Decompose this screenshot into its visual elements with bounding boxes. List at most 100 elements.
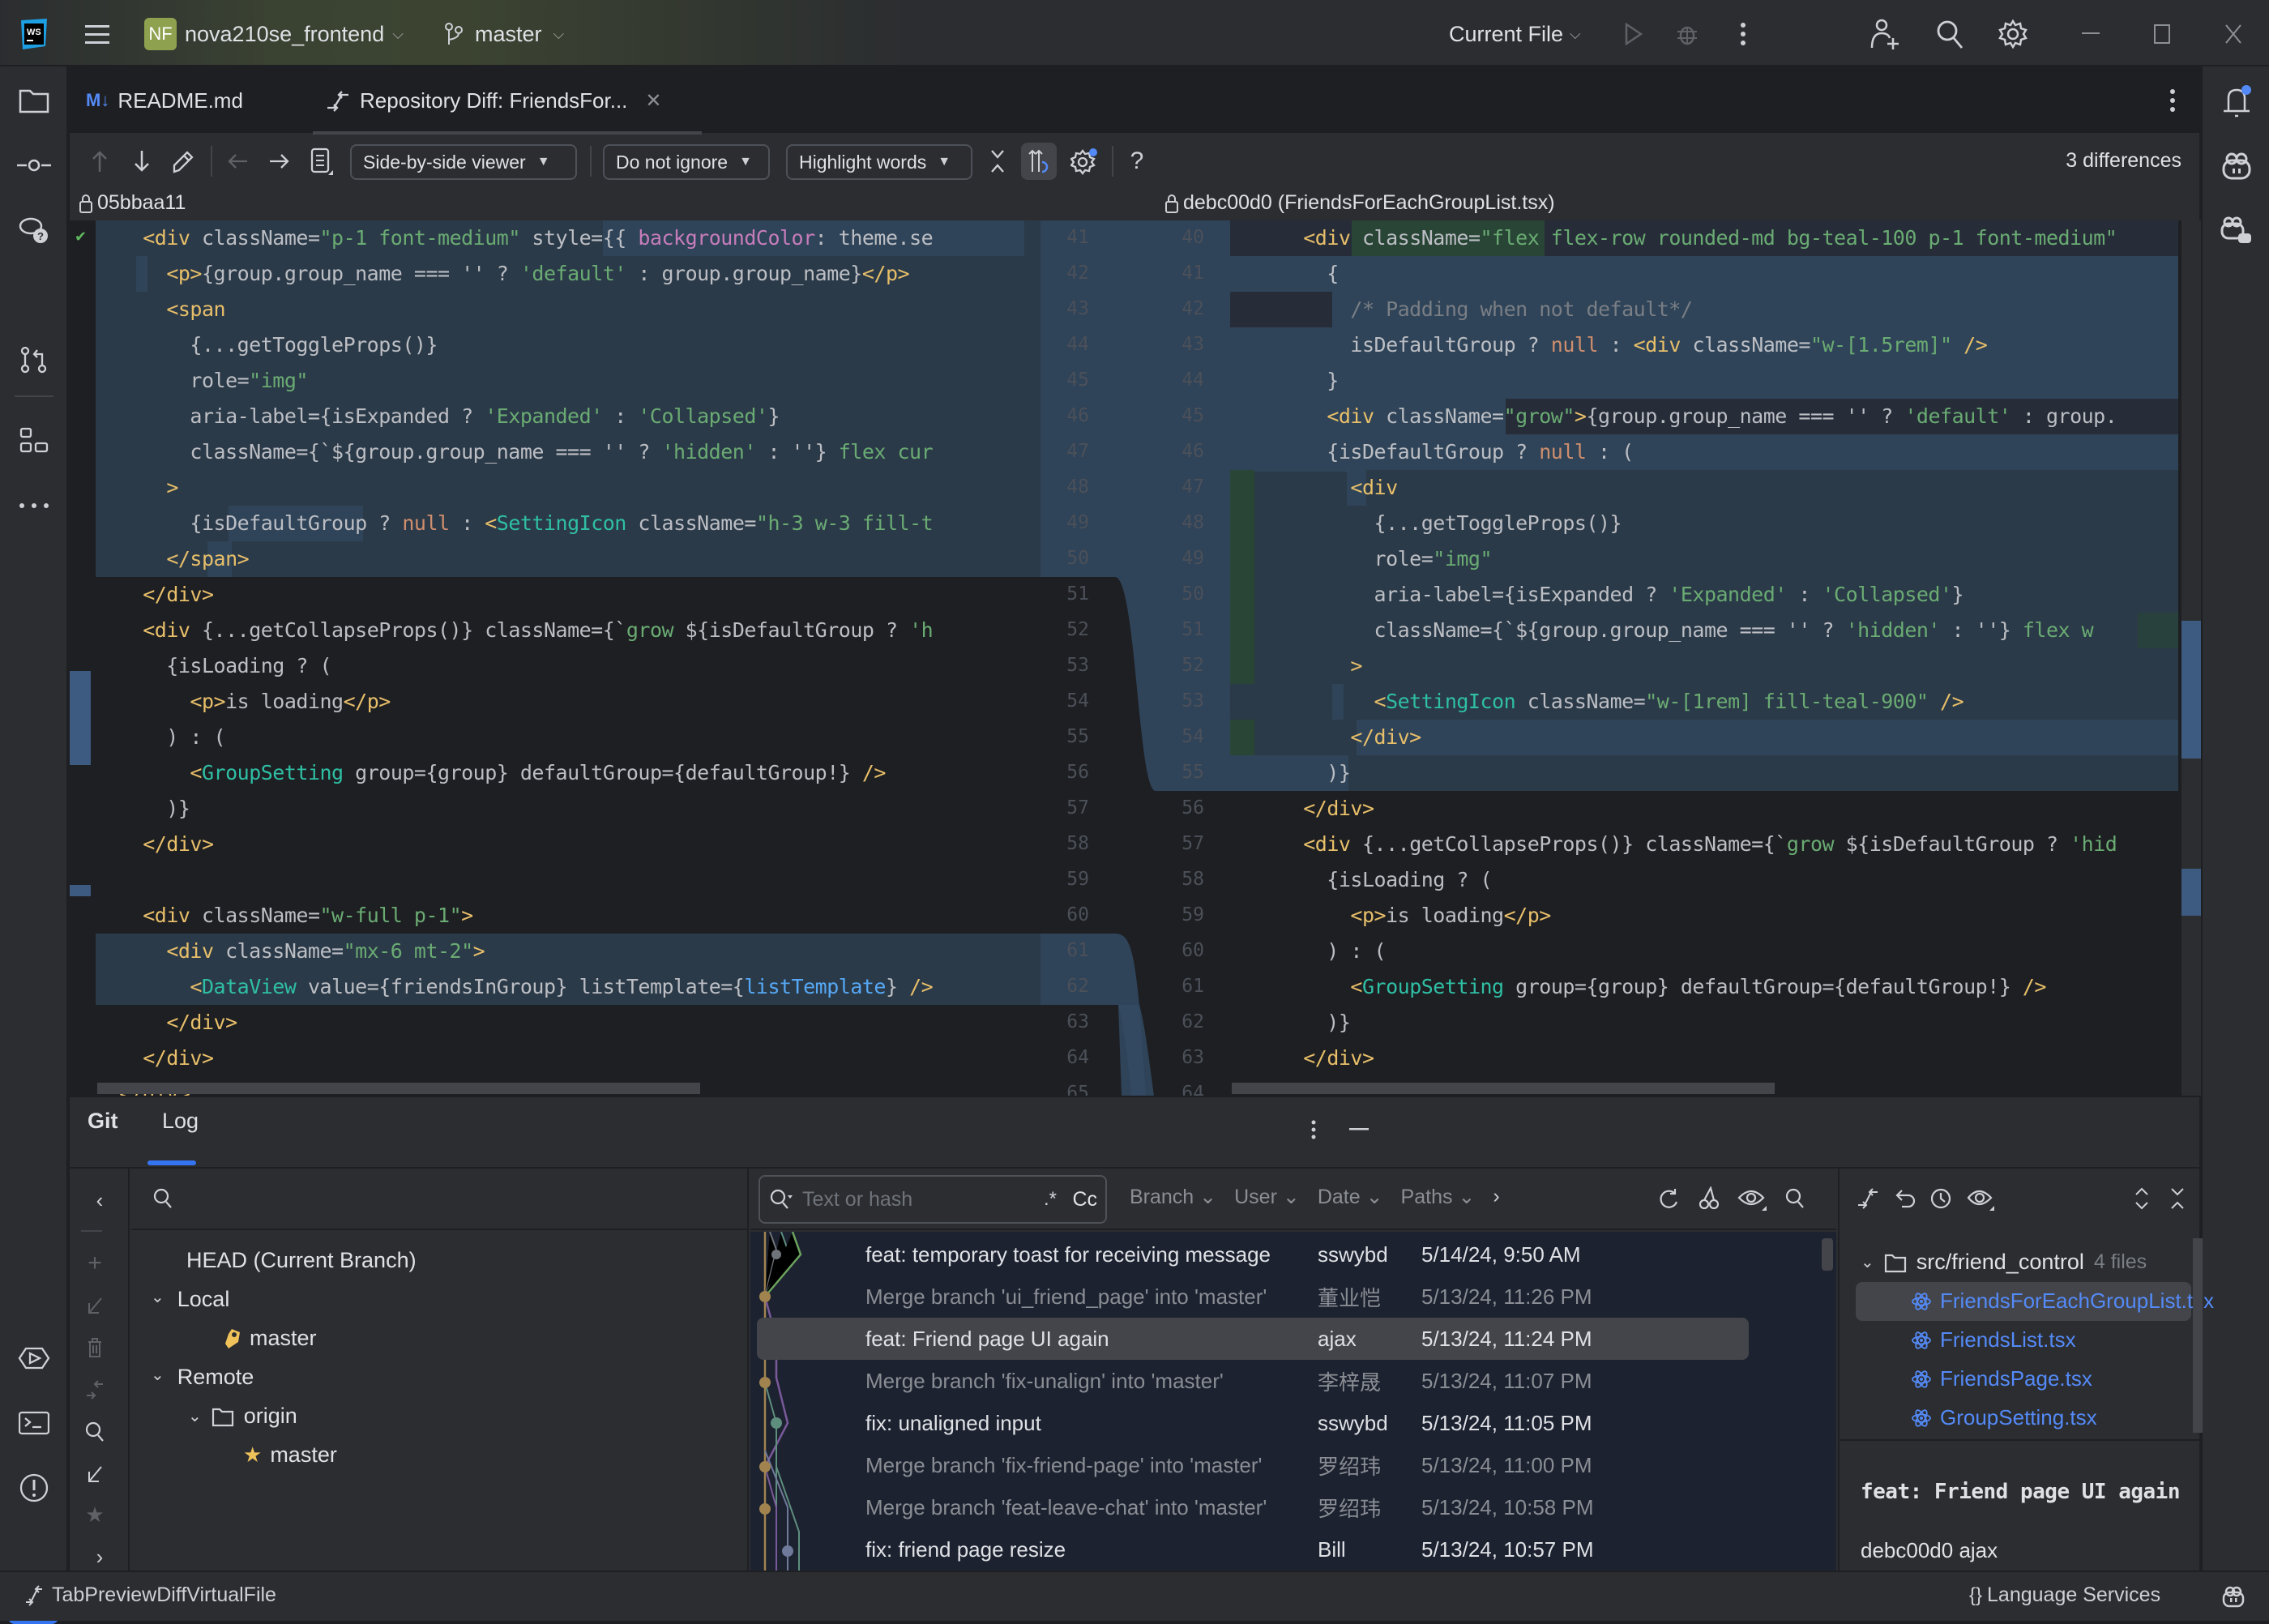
more-vertical-icon[interactable] bbox=[1731, 19, 1755, 49]
changed-file[interactable]: GroupSetting.tsx bbox=[1911, 1405, 2097, 1430]
debug-icon[interactable] bbox=[1673, 19, 1702, 49]
tab-repository-diff[interactable]: Repository Diff: FriendsFor... ✕ bbox=[313, 66, 673, 135]
branch-selector[interactable]: master ⌵ bbox=[444, 18, 564, 50]
close-tab-icon[interactable]: ✕ bbox=[645, 89, 661, 113]
maximize-icon[interactable] bbox=[2146, 18, 2178, 50]
filter-user[interactable]: User ⌄ bbox=[1234, 1185, 1300, 1209]
filter-paths[interactable]: Paths ⌄ bbox=[1401, 1185, 1476, 1209]
commit-row[interactable]: Merge branch 'fix-friend-page' into 'mas… bbox=[750, 1444, 1747, 1486]
branch-local-master[interactable]: master bbox=[224, 1326, 317, 1351]
commit-icon[interactable] bbox=[16, 149, 52, 182]
terminal-icon[interactable] bbox=[16, 1407, 52, 1439]
add-branch-icon[interactable]: + bbox=[81, 1250, 109, 1277]
commit-row[interactable]: fix: unaligned input sswybd 5/13/24, 11:05… bbox=[750, 1402, 1747, 1444]
collapse-branches-icon[interactable]: ‹ bbox=[86, 1186, 113, 1214]
changed-file[interactable]: FriendsForEachGroupList.tsx bbox=[1911, 1289, 2214, 1314]
copilot-icon[interactable] bbox=[2219, 149, 2254, 185]
changes-folder[interactable]: ⌄ src/friend_control 4 files bbox=[1861, 1250, 2147, 1275]
settings-gear-icon[interactable] bbox=[1997, 18, 2029, 50]
viewer-mode-dropdown[interactable]: Side-by-side viewer ▼ bbox=[350, 144, 577, 180]
notifications-icon[interactable] bbox=[2219, 84, 2254, 120]
ignore-whitespace-dropdown[interactable]: Do not ignore ▼ bbox=[603, 144, 770, 180]
help-icon[interactable]: ? bbox=[1123, 144, 1151, 178]
right-diff-pane[interactable]: <div className="flex flex-row rounded-md… bbox=[1230, 220, 2201, 1096]
expand-all-icon[interactable] bbox=[2130, 1185, 2154, 1212]
minimize-icon[interactable] bbox=[2075, 18, 2107, 50]
match-case-toggle[interactable]: Cc bbox=[1072, 1188, 1097, 1212]
structure-icon[interactable] bbox=[16, 425, 52, 457]
history-icon[interactable] bbox=[1927, 1185, 1955, 1212]
next-file-icon[interactable] bbox=[266, 147, 293, 175]
cherry-pick-icon[interactable] bbox=[1695, 1185, 1723, 1212]
vertical-scrollbar[interactable] bbox=[2193, 1238, 2203, 1433]
problems-icon[interactable] bbox=[16, 1472, 52, 1504]
collapse-unchanged-icon[interactable] bbox=[985, 147, 1010, 175]
commit-row[interactable]: Merge branch 'fix-unalign' into 'master'… bbox=[750, 1360, 1747, 1402]
tab-options-icon[interactable] bbox=[2160, 86, 2185, 115]
copilot-chat-icon[interactable] bbox=[2219, 214, 2254, 250]
collapse-all-icon[interactable] bbox=[2165, 1185, 2190, 1212]
log-search-input[interactable]: Text or hash .* Cc bbox=[758, 1175, 1107, 1224]
more-filters-icon[interactable]: › bbox=[1493, 1185, 1499, 1209]
commit-row[interactable]: Merge branch 'ui_friend_page' into 'mast… bbox=[750, 1276, 1747, 1318]
vertical-scrollbar[interactable] bbox=[1822, 1238, 1833, 1271]
branch-remote-origin[interactable]: ⌄ origin bbox=[188, 1404, 297, 1429]
project-folder-icon[interactable] bbox=[16, 84, 52, 117]
commit-row[interactable]: Merge branch 'feat-leave-chat' into 'mas… bbox=[750, 1486, 1747, 1528]
horizontal-scrollbar[interactable] bbox=[97, 1083, 700, 1094]
compare-branch-icon[interactable] bbox=[81, 1376, 109, 1404]
status-breadcrumb[interactable]: TabPreviewDiffVirtualFile bbox=[24, 1583, 276, 1607]
filter-date[interactable]: Date ⌄ bbox=[1318, 1185, 1383, 1209]
fetch-icon[interactable] bbox=[81, 1460, 109, 1488]
run-icon[interactable] bbox=[1619, 19, 1648, 49]
services-run-icon[interactable] bbox=[16, 1342, 52, 1374]
branch-search-input[interactable] bbox=[131, 1169, 747, 1230]
update-branch-icon[interactable] bbox=[81, 1292, 109, 1319]
project-selector[interactable]: NF nova210se_frontend ⌵ bbox=[144, 18, 404, 50]
commit-row[interactable]: feat: Friend page UI again ajax 5/13/24, 1… bbox=[750, 1318, 1747, 1360]
revert-icon[interactable] bbox=[1891, 1185, 1919, 1212]
view-options-icon[interactable] bbox=[1964, 1185, 1997, 1212]
sync-scroll-toggle-icon[interactable] bbox=[1021, 143, 1057, 180]
branch-origin-master[interactable]: ★ master bbox=[243, 1442, 337, 1468]
changed-file[interactable]: FriendsPage.tsx bbox=[1911, 1366, 2092, 1391]
commit-row[interactable]: fix: friend page resize Bill 5/13/24, 10:5… bbox=[750, 1528, 1747, 1571]
previous-difference-icon[interactable] bbox=[88, 147, 112, 175]
show-diff-icon[interactable] bbox=[1854, 1185, 1882, 1212]
horizontal-scrollbar[interactable] bbox=[1232, 1083, 1775, 1094]
highlight-mode-dropdown[interactable]: Highlight words ▼ bbox=[786, 144, 972, 180]
tab-log[interactable]: Log bbox=[162, 1109, 199, 1134]
search-icon[interactable] bbox=[81, 1418, 109, 1446]
tab-readme[interactable]: M↓ README.md bbox=[86, 66, 243, 135]
options-icon[interactable] bbox=[1301, 1115, 1326, 1144]
expand-icon[interactable]: › bbox=[86, 1543, 113, 1571]
hide-panel-icon[interactable] bbox=[1345, 1115, 1373, 1144]
pull-requests-icon[interactable] bbox=[16, 344, 52, 376]
add-user-icon[interactable] bbox=[1869, 18, 1901, 50]
next-difference-icon[interactable] bbox=[130, 147, 154, 175]
left-diff-pane[interactable]: ✔ <div className="p-1 font-medium" style… bbox=[70, 220, 1040, 1096]
branch-head[interactable]: HEAD (Current Branch) bbox=[186, 1248, 417, 1273]
copilot-chat-icon[interactable]: ? bbox=[16, 214, 52, 246]
refresh-icon[interactable] bbox=[1655, 1185, 1682, 1212]
search-icon[interactable] bbox=[1781, 1185, 1809, 1212]
search-icon[interactable] bbox=[1934, 18, 1966, 50]
favorite-icon[interactable]: ★ bbox=[81, 1501, 109, 1528]
diff-settings-icon[interactable] bbox=[1068, 144, 1100, 178]
more-icon[interactable] bbox=[16, 489, 52, 522]
regex-toggle[interactable]: .* bbox=[1044, 1188, 1057, 1211]
delete-branch-icon[interactable] bbox=[81, 1334, 109, 1361]
branch-group-local[interactable]: ⌄ Local bbox=[151, 1287, 229, 1312]
previous-file-icon[interactable] bbox=[224, 147, 251, 175]
run-config-selector[interactable]: Current File ⌵ bbox=[1449, 18, 1581, 50]
close-icon[interactable] bbox=[2217, 18, 2250, 50]
copilot-status-icon[interactable] bbox=[2219, 1582, 2248, 1611]
hamburger-menu-icon[interactable] bbox=[81, 18, 113, 50]
edit-source-icon[interactable] bbox=[169, 147, 196, 175]
view-options-icon[interactable] bbox=[1736, 1185, 1768, 1212]
file-list-icon[interactable] bbox=[308, 146, 335, 177]
language-services-widget[interactable]: {} Language Services bbox=[1969, 1583, 2160, 1607]
filter-branch[interactable]: Branch ⌄ bbox=[1130, 1185, 1216, 1209]
commit-row[interactable]: feat: temporary toast for receiving mess… bbox=[750, 1233, 1747, 1276]
changed-file[interactable]: FriendsList.tsx bbox=[1911, 1327, 2076, 1353]
